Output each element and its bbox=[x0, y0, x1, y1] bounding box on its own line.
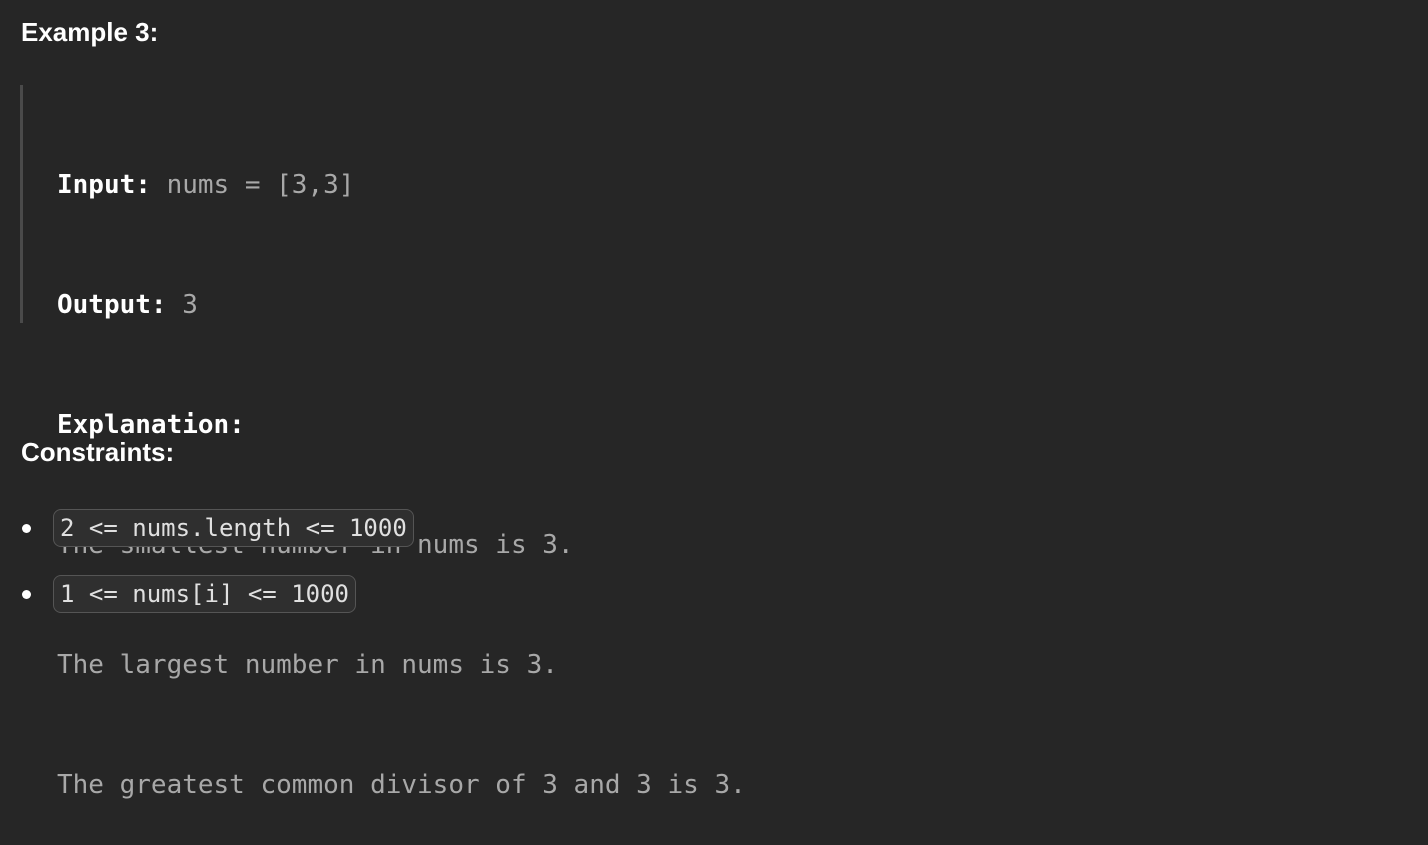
example-heading: Example 3: bbox=[21, 17, 159, 47]
output-value: 3 bbox=[166, 290, 198, 320]
constraint-item: 1 <= nums[i] <= 1000 bbox=[20, 572, 414, 616]
output-line: Output: 3 bbox=[57, 285, 746, 325]
constraint-code: 2 <= nums.length <= 1000 bbox=[53, 509, 414, 547]
constraint-code: 1 <= nums[i] <= 1000 bbox=[53, 575, 356, 613]
input-line: Input: nums = [3,3] bbox=[57, 165, 746, 205]
constraints-heading: Constraints: bbox=[21, 437, 175, 467]
constraint-item: 2 <= nums.length <= 1000 bbox=[20, 506, 414, 550]
bullet-icon bbox=[22, 589, 31, 599]
input-label: Input: bbox=[57, 170, 151, 200]
example-block: Input: nums = [3,3] Output: 3 Explanatio… bbox=[20, 85, 746, 800]
output-label: Output: bbox=[57, 290, 167, 320]
explanation-line: The greatest common divisor of 3 and 3 i… bbox=[57, 770, 746, 800]
bullet-icon bbox=[22, 523, 31, 533]
input-value: nums = [3,3] bbox=[150, 170, 355, 200]
constraints-list: 2 <= nums.length <= 1000 1 <= nums[i] <=… bbox=[20, 506, 414, 638]
explanation-line: The largest number in nums is 3. bbox=[57, 650, 558, 680]
